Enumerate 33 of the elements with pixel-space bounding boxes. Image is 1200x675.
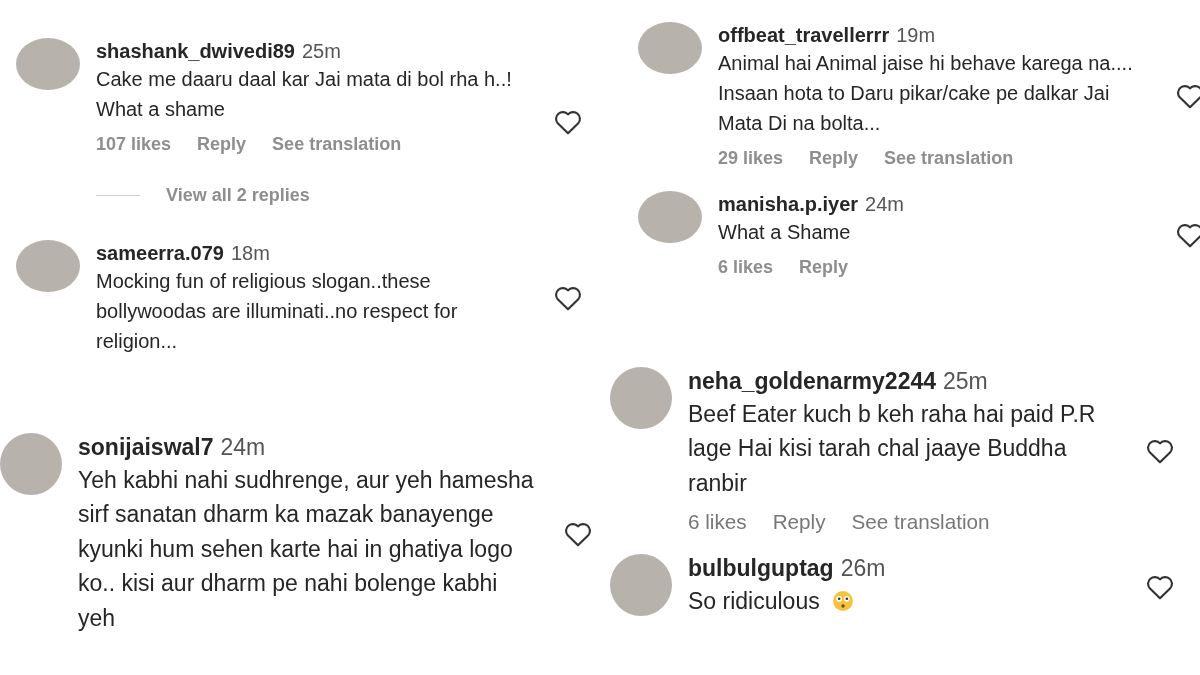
comment-time: 25m	[302, 39, 341, 64]
username[interactable]: shashank_dwivedi89	[96, 38, 295, 64]
comment-text: What a Shame	[718, 221, 851, 243]
comment-text: Animal hai Animal jaise hi behave karega na.... Insaan hota to Daru pikar/cake pe dalkar Jai Mata Di na bolta...	[718, 52, 1133, 134]
username[interactable]: manisha.p.iyer	[718, 191, 859, 217]
comment-time: 24m	[865, 192, 904, 217]
username[interactable]: sonijaiswal7	[78, 433, 214, 463]
reply-link[interactable]: Reply	[197, 134, 247, 155]
view-replies-link[interactable]: View all 2 replies	[166, 185, 310, 206]
comment-text: Cake me daaru daal kar Jai mata di bol rha h..! What a shame	[96, 68, 512, 120]
see-translation-link[interactable]: See translation	[884, 148, 1014, 169]
comment-time: 25m	[943, 367, 988, 396]
comment-time: 18m	[230, 241, 270, 266]
see-translation-link[interactable]: See translation	[272, 134, 402, 155]
reply-link[interactable]: Reply	[799, 257, 849, 278]
see-translation-link[interactable]: See translation	[851, 510, 990, 535]
comment-text: Mocking fun of religious slogan..these bollywoodas are illuminati..no respect for religion...	[96, 270, 458, 352]
username[interactable]: bulbulguptag	[688, 554, 834, 585]
like-count[interactable]: 29 likes	[718, 148, 784, 169]
like-count[interactable]: 107 likes	[96, 134, 172, 155]
comment-time: 19m	[896, 23, 936, 48]
username[interactable]: neha_goldenarmy2244	[688, 367, 936, 397]
username[interactable]: offbeat_travellerrr	[718, 22, 890, 48]
reply-link[interactable]: Reply	[809, 148, 859, 169]
like-count[interactable]: 6 likes	[688, 510, 747, 535]
comment-time: 26m	[840, 554, 886, 584]
like-count[interactable]: 6 likes	[718, 257, 774, 278]
comment-text: Beef Eater kuch b keh raha hai paid P.R lage Hai kisi tarah chal jaaye Buddha ranbir	[688, 400, 1096, 496]
comment-text: Yeh kabhi nahi sudhrenge, aur yeh hamesha sirf sanatan dharm ka mazak banayenge kyunki hum sehen karte hai in ghatiya logo ko.. kisi aur dharm pe nahi bolenge kabhi yeh	[78, 466, 534, 631]
comment-time: 24m	[220, 433, 266, 462]
username[interactable]: sameerra.079	[96, 240, 224, 266]
comment-text: So ridiculous	[688, 588, 820, 615]
reply-link[interactable]: Reply	[772, 510, 826, 535]
